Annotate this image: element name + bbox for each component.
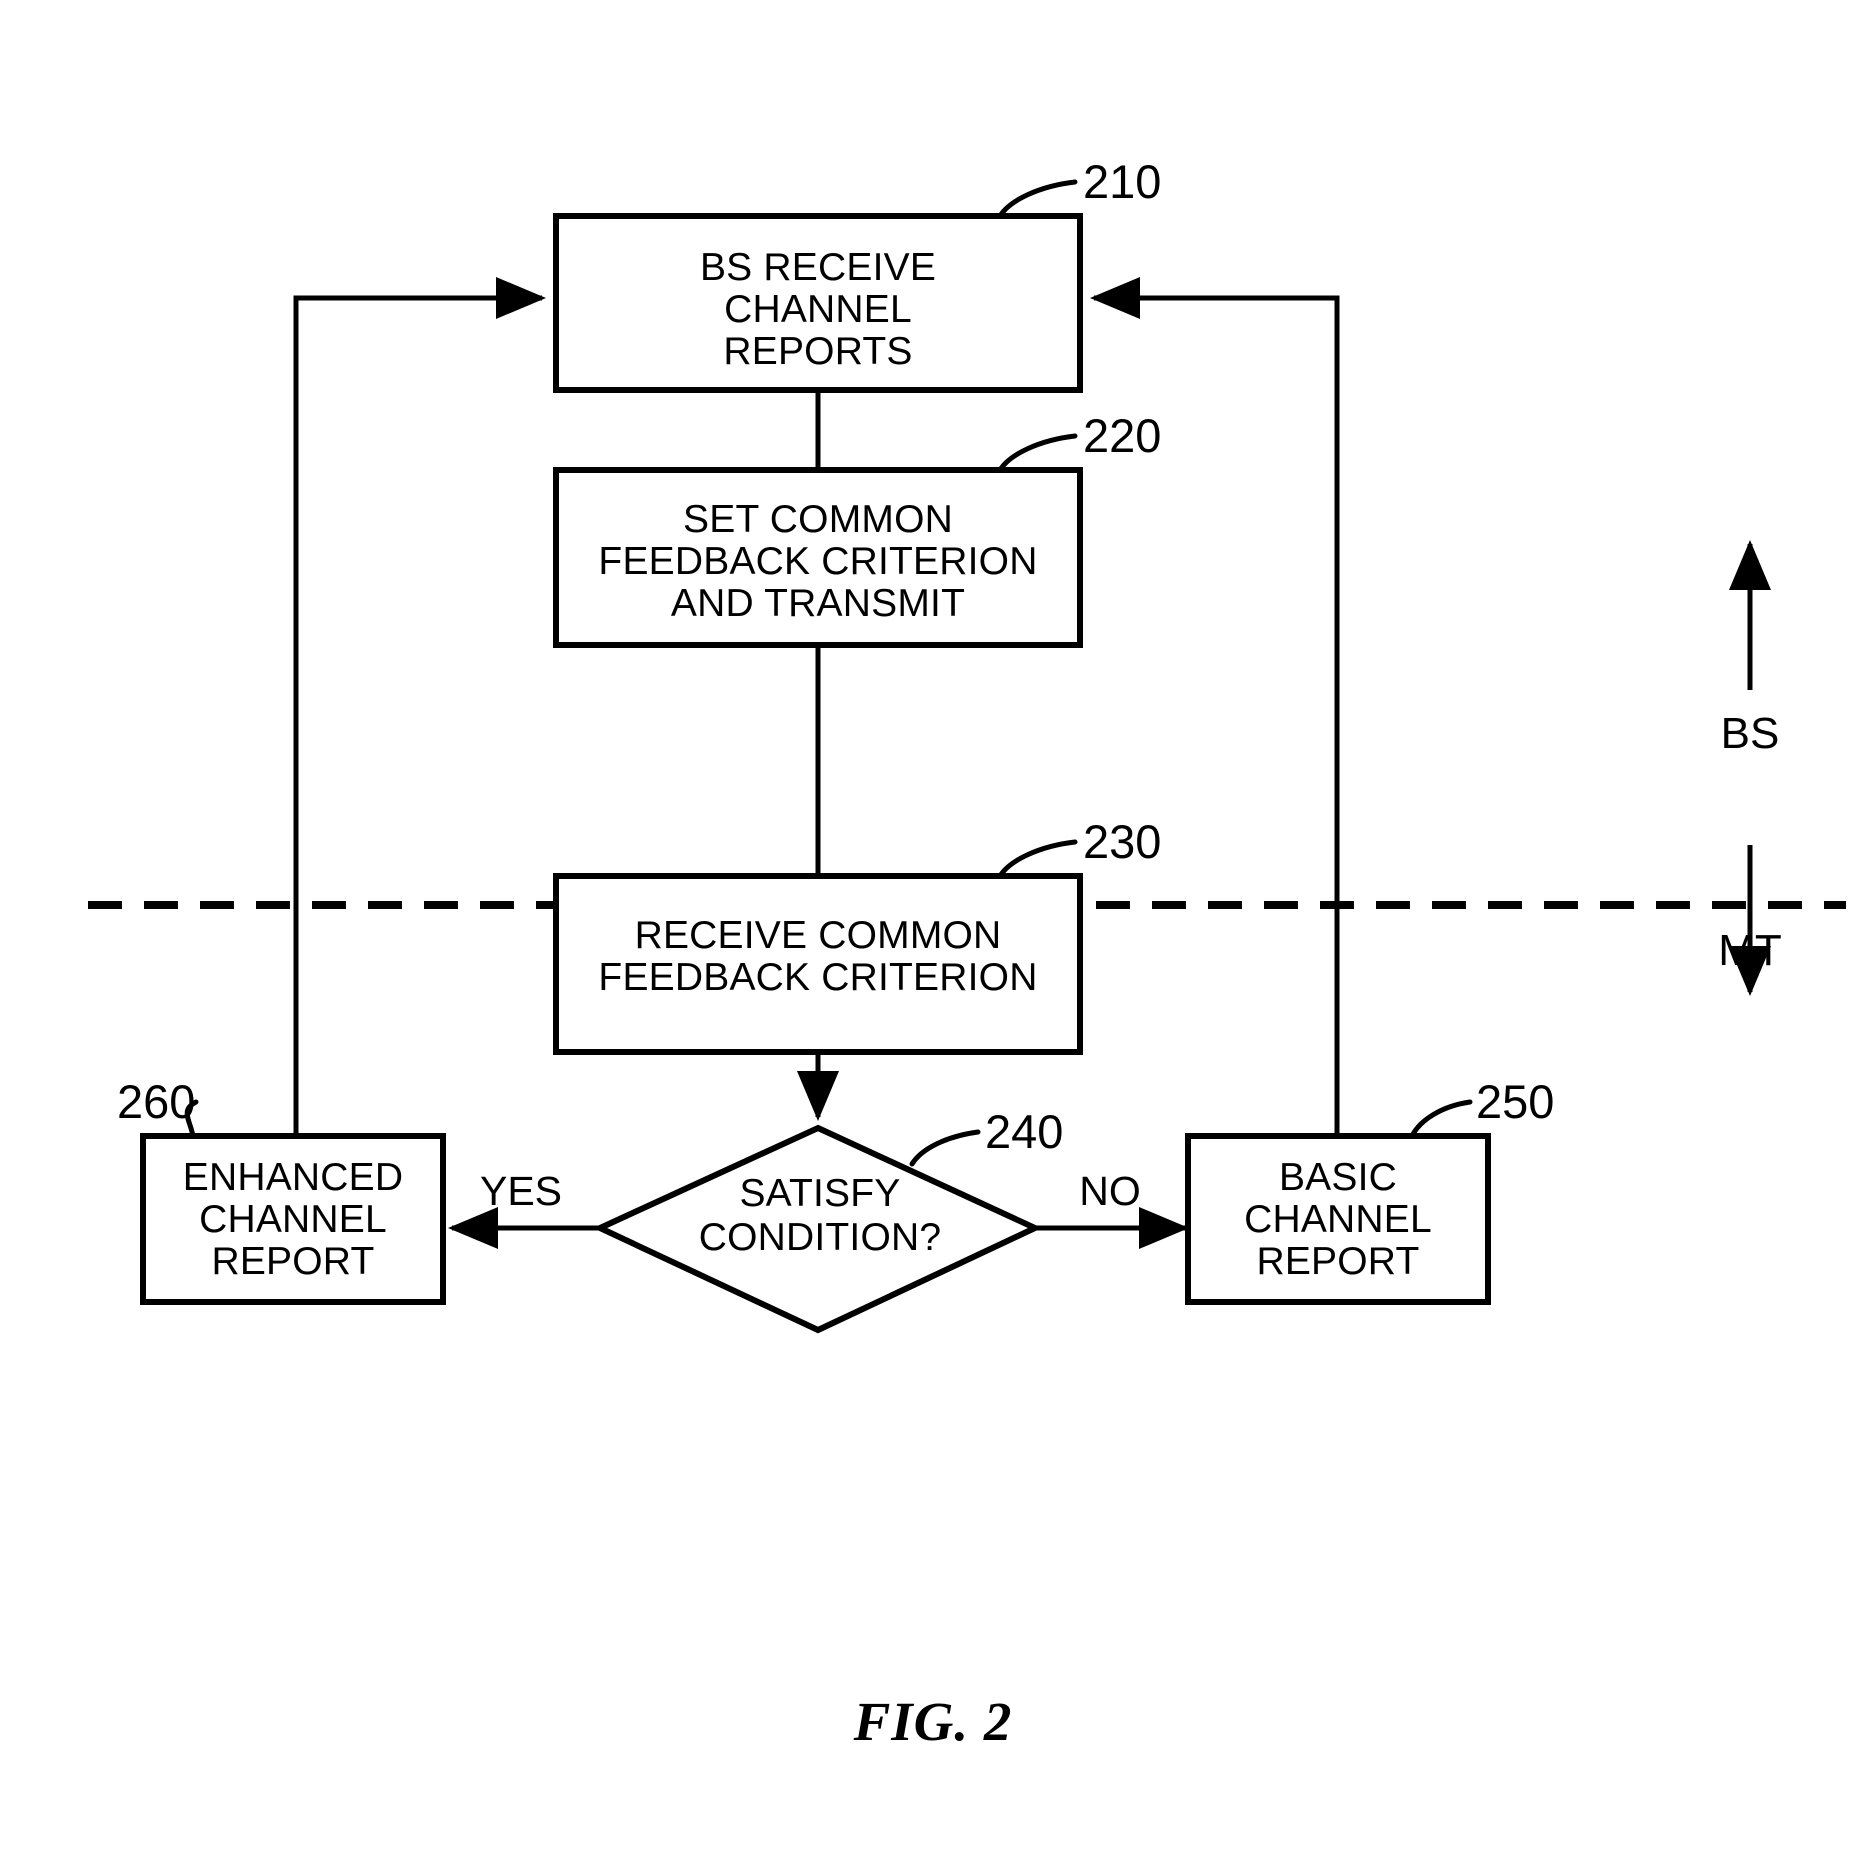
node-230-line-1: RECEIVE COMMON (635, 914, 1002, 957)
node-210-line-1: BS RECEIVE (700, 246, 936, 289)
node-230-leader-line (997, 839, 1078, 879)
node-260-line-3: REPORT (211, 1240, 374, 1283)
node-220-ref-number: 220 (1083, 409, 1161, 462)
edge-label-no: NO (1079, 1168, 1141, 1214)
node-260-ref-number: 260 (117, 1075, 195, 1128)
node-230-line-2: FEEDBACK CRITERION (598, 956, 1037, 999)
node-210-ref-number: 210 (1083, 155, 1161, 208)
flowchart-diagram: BS RECEIVE CHANNEL REPORTS 210 SET COMMO… (88, 155, 1846, 1334)
node-250-line-2: CHANNEL (1244, 1198, 1432, 1241)
edge-label-yes: YES (480, 1168, 562, 1214)
connector-260-to-210 (293, 277, 547, 1137)
node-240-leader-line (909, 1129, 981, 1167)
node-210-line-3: REPORTS (723, 330, 912, 373)
node-250-leader-line (1409, 1099, 1473, 1139)
node-250-line-1: BASIC (1279, 1156, 1397, 1199)
node-220-line-1: SET COMMON (683, 498, 953, 541)
node-250-ref-number: 250 (1476, 1075, 1554, 1128)
figure-caption: FIG. 2 (853, 1691, 1013, 1752)
node-250-line-3: REPORT (1256, 1240, 1419, 1283)
node-210-leader-line (997, 179, 1078, 219)
node-220-leader-line (997, 433, 1078, 473)
patent-figure-page: BS RECEIVE CHANNEL REPORTS 210 SET COMMO… (0, 0, 1866, 1860)
node-240-ref-number: 240 (985, 1105, 1063, 1158)
node-260-line-1: ENHANCED (183, 1156, 403, 1199)
node-230-ref-number: 230 (1083, 815, 1161, 868)
node-240-line-1: SATISFY (739, 1172, 900, 1215)
domain-label-bs: BS (1721, 709, 1780, 758)
node-260-line-2: CHANNEL (199, 1198, 387, 1241)
node-220-line-2: FEEDBACK CRITERION (598, 540, 1037, 583)
node-220-line-3: AND TRANSMIT (671, 582, 965, 625)
node-240-line-2: CONDITION? (699, 1216, 942, 1259)
node-210-line-2: CHANNEL (724, 288, 912, 331)
